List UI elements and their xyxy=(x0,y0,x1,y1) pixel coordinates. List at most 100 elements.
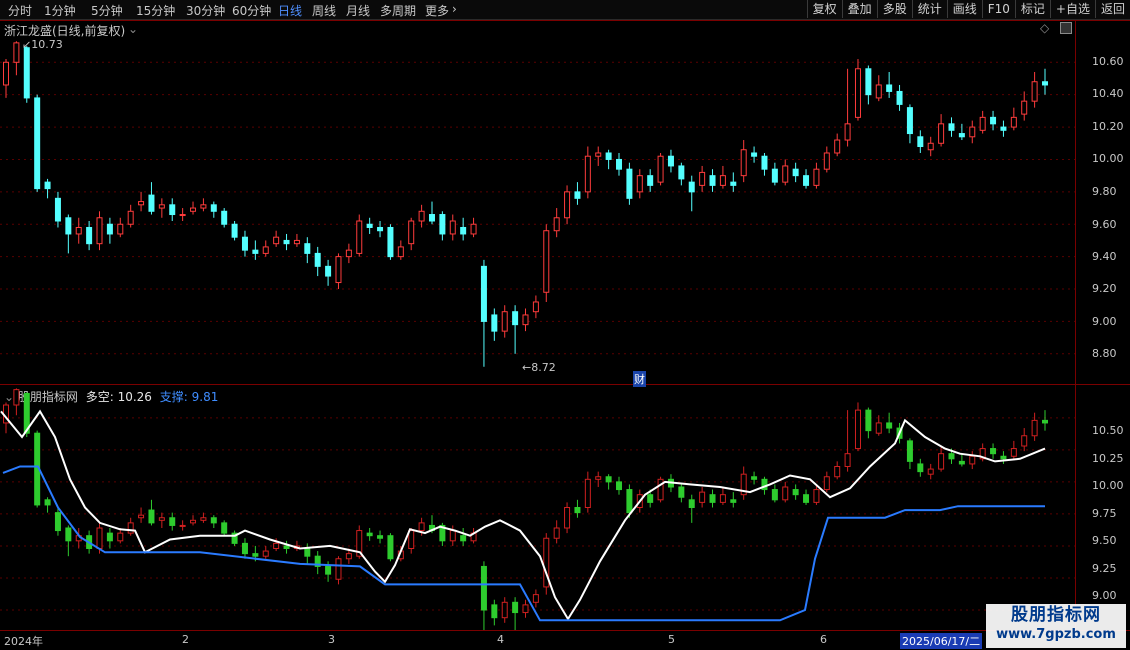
candle-body xyxy=(771,168,778,183)
indicator-candle-body xyxy=(626,489,633,514)
indicator-candle-body xyxy=(190,519,197,524)
indicator-candle-body xyxy=(1010,448,1017,457)
indicator-candle-body xyxy=(823,476,830,491)
candle-body xyxy=(823,152,830,170)
back-button[interactable]: 返回 xyxy=(1094,0,1130,18)
candle-body xyxy=(449,220,456,235)
fuquan-button[interactable]: 复权 xyxy=(806,0,842,18)
indicator-candle-body xyxy=(158,517,165,521)
candle-body xyxy=(813,168,820,186)
candle-body xyxy=(54,197,61,222)
tab-weekly[interactable]: 周线 xyxy=(312,2,336,19)
candle-body xyxy=(86,226,93,245)
period-toolbar: 分时 1分钟 5分钟 15分钟 30分钟 60分钟 日线 周线 月线 多周期 更… xyxy=(0,0,1130,20)
indicator-candle-body xyxy=(678,486,685,498)
candle-body xyxy=(428,214,435,222)
indicator-candle-body xyxy=(886,422,893,429)
candle-body xyxy=(834,139,841,154)
indicator-tick: 9.50 xyxy=(1092,534,1117,547)
date-tick: 6 xyxy=(820,633,827,646)
candle-body xyxy=(293,239,300,245)
tab-multi-period[interactable]: 多周期 xyxy=(380,2,416,19)
indicator-candle-body xyxy=(480,565,487,611)
tab-monthly[interactable]: 月线 xyxy=(346,2,370,19)
candle-body xyxy=(23,47,30,99)
indicator-candle-body xyxy=(1021,435,1028,447)
candle-body xyxy=(501,311,508,332)
indicator-candle-body xyxy=(1000,455,1007,460)
candle-body xyxy=(626,168,633,199)
tab-15min[interactable]: 15分钟 xyxy=(136,2,175,19)
indicator-candle-body xyxy=(958,460,965,465)
indicator-candle-body xyxy=(377,535,384,539)
candle-body xyxy=(958,133,965,138)
indicator-candle-body xyxy=(771,489,778,501)
indicator-candle-body xyxy=(792,489,799,496)
overlay-button[interactable]: 叠加 xyxy=(841,0,877,18)
indicator-candle-body xyxy=(657,478,664,501)
draw-button[interactable]: 画线 xyxy=(946,0,982,18)
indicator-candle-body xyxy=(647,494,654,503)
tab-60min[interactable]: 60分钟 xyxy=(232,2,271,19)
tab-fenshi[interactable]: 分时 xyxy=(8,2,32,19)
kline-chart[interactable] xyxy=(0,20,1075,630)
candle-body xyxy=(917,136,924,148)
indicator-candle-body xyxy=(408,530,415,549)
indicator-candle-body xyxy=(595,476,602,480)
candle-body xyxy=(439,214,446,235)
candle-body xyxy=(595,152,602,157)
price-tick: 9.60 xyxy=(1092,218,1117,231)
candle-body xyxy=(418,210,425,222)
tab-more[interactable]: 更多 xyxy=(425,2,449,19)
indicator-candle-body xyxy=(460,535,467,542)
date-tick: 4 xyxy=(497,633,504,646)
indicator-candle-body xyxy=(906,440,913,462)
tab-5min[interactable]: 5分钟 xyxy=(91,2,123,19)
candle-body xyxy=(397,246,404,258)
tab-30min[interactable]: 30分钟 xyxy=(186,2,225,19)
indicator-candle-body xyxy=(709,494,716,503)
tab-daily[interactable]: 日线 xyxy=(278,2,302,19)
candle-body xyxy=(574,191,581,199)
indicator-candle-body xyxy=(927,468,934,475)
candle-body xyxy=(657,155,664,183)
candle-body xyxy=(241,236,248,251)
candle-body xyxy=(719,175,726,186)
panel-border-bottom xyxy=(0,630,1130,631)
indicator-candle-body xyxy=(148,509,155,524)
indicator-candle-body xyxy=(584,478,591,508)
candle-body xyxy=(886,84,893,92)
candle-body xyxy=(138,201,145,206)
cursor-date: 2025/06/17/二 xyxy=(900,633,983,649)
indicator-candle-body xyxy=(751,476,758,480)
candle-body xyxy=(366,223,373,228)
indicator-candle-body xyxy=(138,514,145,519)
indicator-candle-body xyxy=(283,545,290,549)
multi-stock-button[interactable]: 多股 xyxy=(876,0,912,18)
indicator-tick: 10.00 xyxy=(1092,479,1124,492)
mark-button[interactable]: 标记 xyxy=(1014,0,1050,18)
candle-body xyxy=(325,265,332,277)
indicator-candle-body xyxy=(813,489,820,503)
stats-button[interactable]: 统计 xyxy=(911,0,947,18)
indicator-tick: 10.50 xyxy=(1092,424,1124,437)
indicator-candle-body xyxy=(449,530,456,542)
indicator-candle-body xyxy=(335,558,342,580)
candle-body xyxy=(106,223,113,235)
add-watchlist-button[interactable]: +自选 xyxy=(1049,0,1095,18)
watermark: 股朋指标网 www.7gpzb.com xyxy=(986,604,1126,648)
watermark-url: www.7gpzb.com xyxy=(996,627,1116,642)
date-tick: 3 xyxy=(328,633,335,646)
indicator-candle-body xyxy=(564,507,571,529)
indicator-candle-body xyxy=(990,448,997,455)
chevron-right-icon[interactable]: › xyxy=(452,2,457,16)
candle-body xyxy=(948,123,955,131)
f10-button[interactable]: F10 xyxy=(981,0,1015,18)
candle-body xyxy=(1000,126,1007,131)
tab-1min[interactable]: 1分钟 xyxy=(44,2,76,19)
indicator-candle-body xyxy=(325,565,332,575)
indicator-candle-body xyxy=(252,553,259,557)
indicator-tick: 9.00 xyxy=(1092,589,1117,602)
indicator-candle-body xyxy=(96,527,103,549)
indicator-tick: 10.25 xyxy=(1092,452,1124,465)
